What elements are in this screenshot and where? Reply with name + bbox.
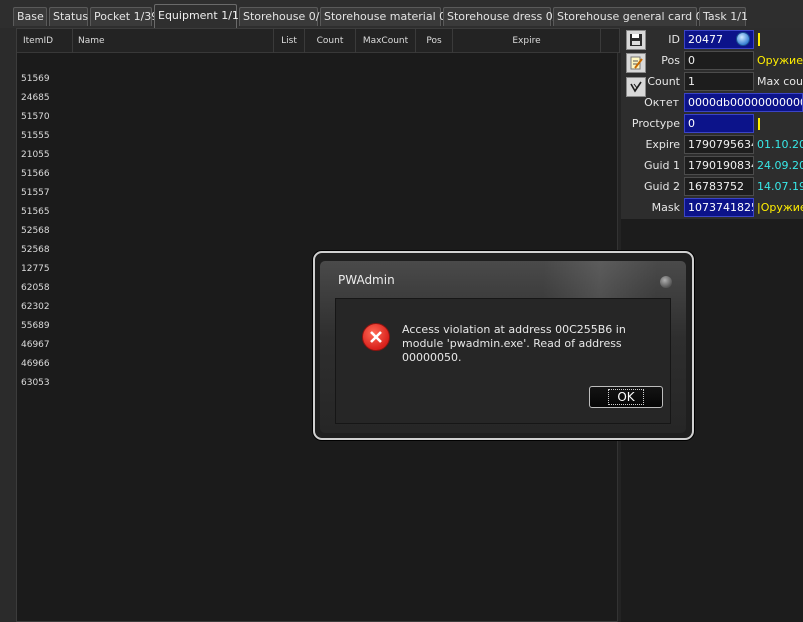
count-field[interactable]: 1 xyxy=(684,72,754,91)
tab-storehouse-general-card[interactable]: Storehouse general card 0/0 xyxy=(553,7,713,26)
guid1-date-text: 24.09.2026 xyxy=(757,159,803,172)
guid2-label: Guid 2 xyxy=(643,180,680,193)
table-row[interactable]: 62058 xyxy=(21,283,50,293)
check-icon xyxy=(630,81,642,93)
table-row[interactable]: 51570 xyxy=(21,112,50,122)
octet-field[interactable]: 0000db00000000000000 xyxy=(684,93,803,112)
table-row[interactable]: 51565 xyxy=(21,207,50,217)
tab-status[interactable]: Status xyxy=(49,7,88,26)
table-row[interactable]: 12775 xyxy=(21,264,50,274)
tab-pocket[interactable]: Pocket 1/39 xyxy=(90,7,158,26)
table-row[interactable]: 52568 xyxy=(21,226,50,236)
col-name-header[interactable]: Name xyxy=(73,29,274,53)
table-row[interactable]: 51555 xyxy=(21,131,50,141)
pos-field[interactable]: 0 xyxy=(684,51,754,70)
table-row[interactable]: 63053 xyxy=(21,378,50,388)
proctype-field[interactable]: 0 xyxy=(684,114,754,133)
octet-label: Октет xyxy=(644,96,679,109)
save-icon xyxy=(630,34,642,46)
guid1-field[interactable]: 1790190834 xyxy=(684,156,754,175)
max-count-label: Max count xyxy=(757,75,803,88)
error-dialog: PWAdmin Access violation at address 00C2… xyxy=(313,251,694,440)
dialog-body: Access violation at address 00C255B6 in … xyxy=(335,298,671,424)
guid1-label: Guid 1 xyxy=(643,159,680,172)
col-count-header[interactable]: Count xyxy=(305,29,356,53)
globe-icon[interactable] xyxy=(736,32,750,46)
edit-button[interactable] xyxy=(626,53,646,73)
expire-label: Expire xyxy=(645,138,680,151)
col-list-header[interactable]: List xyxy=(274,29,305,53)
expire-date-text: 01.10.2026 xyxy=(757,138,803,151)
table-row[interactable]: 24685 xyxy=(21,93,50,103)
dialog-title: PWAdmin xyxy=(338,273,395,287)
table-row[interactable]: 46966 xyxy=(21,359,50,369)
error-message: Access violation at address 00C255B6 in … xyxy=(402,323,626,364)
mask-label: Mask xyxy=(651,201,680,214)
count-label: Count xyxy=(647,75,680,88)
proctype-cursor xyxy=(758,118,760,130)
mask-field[interactable]: 1073741825 xyxy=(684,198,754,217)
error-icon xyxy=(362,323,390,351)
guid2-field[interactable]: 16783752 xyxy=(684,177,754,196)
table-row[interactable]: 51566 xyxy=(21,169,50,179)
tab-strip: Base Status Pocket 1/39 Equipment 1/18 S… xyxy=(0,0,803,28)
tab-storehouse-dress[interactable]: Storehouse dress 0/0 xyxy=(443,7,563,26)
table-row[interactable]: 21055 xyxy=(21,150,50,160)
mask-type-text: |Оружие| xyxy=(757,201,803,214)
tab-task[interactable]: Task 1/1 xyxy=(699,7,748,26)
pos-type-text: Оружие xyxy=(757,54,803,67)
edit-icon xyxy=(630,56,643,70)
tab-storehouse[interactable]: Storehouse 0/0 xyxy=(239,7,326,26)
close-icon[interactable] xyxy=(660,276,672,288)
table-row[interactable]: 55689 xyxy=(21,321,50,331)
tab-equipment[interactable]: Equipment 1/18 xyxy=(154,4,246,28)
col-maxcount-header[interactable]: MaxCount xyxy=(356,29,416,53)
col-pos-header[interactable]: Pos xyxy=(416,29,453,53)
grid-header: ItemID Name List Count MaxCount Pos Expi… xyxy=(17,29,619,53)
tab-storehouse-material[interactable]: Storehouse material 0/0 xyxy=(320,7,457,26)
text-cursor xyxy=(758,33,760,46)
col-extra-header xyxy=(601,29,619,53)
guid2-date-text: 14.07.1970 xyxy=(757,180,803,193)
save-button[interactable] xyxy=(626,30,646,50)
ok-button-label: OK xyxy=(608,389,644,405)
ok-button[interactable]: OK xyxy=(589,386,663,408)
col-expire-header[interactable]: Expire xyxy=(453,29,601,53)
table-row[interactable]: 46967 xyxy=(21,340,50,350)
table-row[interactable]: 51569 xyxy=(21,74,50,84)
pos-label: Pos xyxy=(661,54,680,67)
col-itemid-header[interactable]: ItemID xyxy=(17,29,73,53)
proctype-label: Proctype xyxy=(631,117,680,130)
table-row[interactable]: 52568 xyxy=(21,245,50,255)
tab-base[interactable]: Base xyxy=(13,7,47,26)
table-row[interactable]: 62302 xyxy=(21,302,50,312)
id-label: ID xyxy=(668,33,680,46)
dialog-window: PWAdmin Access violation at address 00C2… xyxy=(320,261,686,433)
expire-field[interactable]: 1790795634 xyxy=(684,135,754,154)
table-row[interactable]: 51557 xyxy=(21,188,50,198)
check-button[interactable] xyxy=(626,77,646,97)
